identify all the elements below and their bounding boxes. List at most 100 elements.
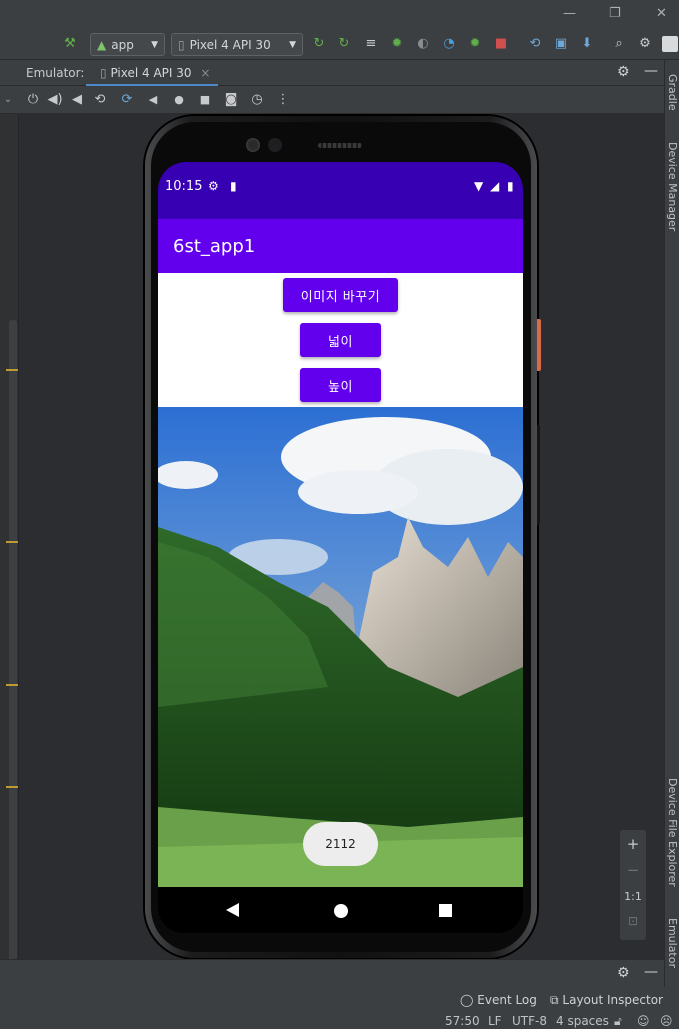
emulator-label: Emulator: [26,66,85,80]
zoom-one-to-one-button[interactable]: 1:1 [620,890,646,903]
app-bar: 6st_app1 [158,219,523,273]
battery-icon: ▮ [507,179,514,193]
layout-inspector-button[interactable]: ⧉ Layout Inspector [550,993,663,1008]
stop-icon[interactable]: ■ [493,36,509,52]
phone-icon: ▯ [100,66,107,80]
scrollbar[interactable] [9,320,17,1029]
hide-icon[interactable]: — [644,63,658,79]
right-tool-strip: Gradle Device Manager Device File Explor… [664,60,679,987]
emulator-tab[interactable]: Emulator [666,918,679,968]
chevron-down-icon[interactable]: ⌄ [0,92,16,108]
tab-label: Pixel 4 API 30 [110,66,192,80]
change-image-button[interactable]: 이미지 바꾸기 [283,278,398,312]
android-studio-window: — ❐ ✕ ⚒ ▲ app ▼ ▯ Pixel 4 API 30 ▼ ↻ ↻ ≡… [0,0,679,1029]
more-icon[interactable]: ⋮ [275,92,291,108]
marker [6,369,18,371]
overview-icon[interactable]: ■ [197,92,213,108]
marker [6,541,18,543]
layout-inspector-label: Layout Inspector [562,993,663,1007]
home-icon[interactable]: ● [171,92,187,108]
device-manager-icon[interactable]: ▣ [553,36,569,52]
gear-icon[interactable]: ⚙ [617,64,630,80]
power-button[interactable] [537,319,541,371]
build-hammer-icon[interactable]: ⚒ [62,36,78,52]
width-button[interactable]: 넓이 [300,323,381,357]
back-icon[interactable]: ◀ [145,92,161,108]
emulator-header: Emulator: ▯ Pixel 4 API 30 × ⚙ — [0,60,664,86]
hide-icon[interactable]: — [644,964,658,980]
search-icon[interactable]: ⌕ [611,36,627,52]
title-bar: — ❐ ✕ [0,0,679,30]
run-config-select[interactable]: ▲ app ▼ [90,33,165,56]
volume-down-icon[interactable]: ◀ [69,92,85,108]
indent-setting[interactable]: 4 spaces [556,1014,609,1028]
zoom-controls: + − 1:1 ⊡ [620,830,646,940]
sync-gradle-icon[interactable]: ⟲ [527,36,543,52]
app-title: 6st_app1 [173,236,256,257]
gear-icon[interactable]: ⚙ [617,965,630,981]
avatar[interactable] [662,36,678,52]
recents-icon[interactable] [439,904,452,917]
coverage-icon[interactable]: ≡ [363,36,379,52]
zoom-fit-icon[interactable]: ⊡ [620,914,646,928]
height-button[interactable]: 높이 [300,368,381,402]
android-nav-bar [158,888,523,933]
device-file-explorer-tab[interactable]: Device File Explorer [666,778,679,887]
camera-icon [246,138,260,152]
debug-icon[interactable]: ✹ [389,36,405,52]
profile-icon[interactable]: ◔ [441,36,457,52]
device-label: Pixel 4 API 30 [189,37,271,52]
close-icon[interactable]: × [200,66,210,80]
smiley-icon[interactable]: ☺ [637,1014,650,1028]
sensor-icon [268,138,282,152]
chevron-down-icon: ▼ [151,39,158,50]
attach-process-icon[interactable]: ✹ [467,36,483,52]
status-time: 10:15 [165,179,203,194]
chevron-down-icon: ▼ [289,39,296,50]
app-content: 이미지 바꾸기 넓이 높이 [158,273,523,407]
zoom-out-button[interactable]: − [620,861,646,879]
rotate-right-icon[interactable]: ⟳ [119,92,135,108]
zoom-in-button[interactable]: + [620,835,646,853]
restore-icon[interactable]: ❐ [609,6,621,21]
power-icon[interactable]: ⏻ [25,92,41,108]
sdk-manager-icon[interactable]: ⬇ [579,36,595,52]
home-icon[interactable] [334,904,348,918]
caret-position[interactable]: 57:50 [445,1014,480,1028]
device-select[interactable]: ▯ Pixel 4 API 30 ▼ [171,33,303,56]
volume-up-icon[interactable]: ◀) [47,92,63,108]
close-window-icon[interactable]: ✕ [656,6,667,21]
attach-debugger-icon[interactable]: ◐ [415,36,431,52]
toast-message: 2112 [303,822,378,866]
main-toolbar: ⚒ ▲ app ▼ ▯ Pixel 4 API 30 ▼ ↻ ↻ ≡ ✹ ◐ ◔… [0,30,679,60]
wifi-icon: ▼ [474,179,484,193]
sd-card-icon: ▮ [230,179,237,193]
tab-pixel-4[interactable]: ▯ Pixel 4 API 30 × [86,60,219,86]
status-bar: 57:50 LF UTF-8 4 spaces 🔓︎ ☺ ☹ [0,1013,679,1029]
layout-inspector-icon: ⧉ [550,993,559,1007]
minimize-icon[interactable]: — [563,6,576,21]
panel-footer: ⚙ — [0,959,664,987]
snapshot-icon[interactable]: ◷ [249,92,265,108]
event-log-button[interactable]: ◯ Event Log [460,993,537,1007]
line-separator[interactable]: LF [488,1014,502,1028]
lock-icon[interactable]: 🔓︎ [614,1014,622,1029]
frown-icon[interactable]: ☹ [660,1014,673,1028]
rotate-left-icon[interactable]: ⟲ [92,92,108,108]
volume-button[interactable] [537,425,540,525]
android-status-bar: 10:15 ⚙ ▮ ▼ ◢ ▮ [158,162,523,219]
file-encoding[interactable]: UTF-8 [512,1014,547,1028]
speaker-grille [318,143,362,148]
marker [6,684,18,686]
gradle-tab[interactable]: Gradle [666,74,679,111]
apply-changes-icon[interactable]: ↻ [311,36,327,52]
event-log-icon: ◯ [460,993,474,1007]
tool-window-bar: ◯ Event Log ⧉ Layout Inspector [0,987,679,1013]
apply-code-changes-icon[interactable]: ↻ [336,36,352,52]
gear-icon[interactable]: ⚙ [637,36,653,52]
back-icon[interactable] [226,903,239,917]
phone-screen[interactable]: 10:15 ⚙ ▮ ▼ ◢ ▮ 6st_app1 이미지 바꾸기 넓이 높이 2… [158,162,523,933]
landscape-image [158,407,523,887]
device-manager-tab[interactable]: Device Manager [666,142,679,231]
screenshot-icon[interactable]: ◙ [223,92,239,108]
